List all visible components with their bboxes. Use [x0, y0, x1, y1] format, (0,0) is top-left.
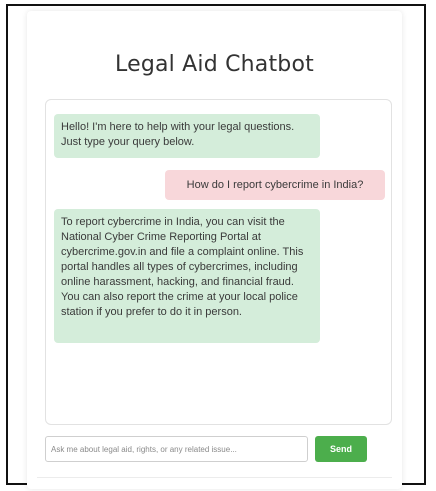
chatbot-card: Legal Aid Chatbot Hello! I'm here to hel…	[27, 11, 402, 489]
query-input[interactable]	[45, 436, 308, 462]
bot-message: To report cybercrime in India, you can v…	[54, 209, 320, 343]
bot-message: Hello! I'm here to help with your legal …	[54, 114, 320, 158]
chat-window[interactable]: Hello! I'm here to help with your legal …	[45, 99, 392, 425]
page-title: Legal Aid Chatbot	[115, 52, 314, 77]
user-message: How do I report cybercrime in India?	[165, 170, 385, 200]
divider	[37, 477, 392, 478]
send-button[interactable]: Send	[315, 436, 367, 462]
input-row: Send	[45, 436, 392, 464]
